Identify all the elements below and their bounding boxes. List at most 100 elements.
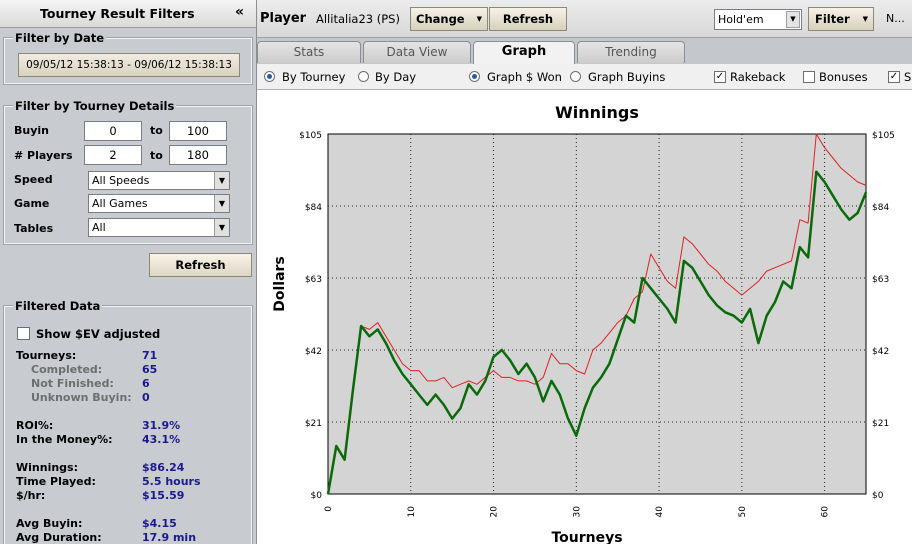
bonuses-label: Bonuses <box>819 70 868 84</box>
more-toolbar-item[interactable]: N... <box>886 12 905 25</box>
x-tick-label: 30 <box>572 506 582 518</box>
bonuses-checkbox[interactable] <box>803 71 815 83</box>
y-tick-label-left: $21 <box>305 419 322 429</box>
tables-select[interactable]: All ▼ <box>88 218 230 237</box>
by-tourney-radio[interactable] <box>264 71 275 82</box>
graph-buyins-radio[interactable] <box>570 71 581 82</box>
stat-label: Winnings: <box>16 461 78 474</box>
date-range-button[interactable]: 09/05/12 15:38:13 - 09/06/12 15:38:13 <box>18 53 240 77</box>
filtered-data-group: Filtered Data Show $EV adjusted Tourneys… <box>3 299 253 544</box>
x-tick-label: 60 <box>821 506 831 518</box>
buyin-label: Buyin <box>14 124 49 137</box>
view-tabs: Stats Data View Graph Trending <box>257 38 912 64</box>
buyin-to-label: to <box>150 124 163 137</box>
speed-select-value: All Speeds <box>92 174 150 187</box>
change-player-label: Change <box>416 12 465 26</box>
stat-value: 17.9 min <box>142 531 197 544</box>
speed-label: Speed <box>14 173 53 186</box>
filter-button[interactable]: Filter ▼ <box>808 7 874 31</box>
stat-value: $86.24 <box>142 461 185 474</box>
y-tick-label-left: $0 <box>311 491 323 501</box>
y-axis-label: Dollars <box>272 256 288 312</box>
chevron-down-icon[interactable]: ▼ <box>786 11 800 28</box>
collapse-panel-icon[interactable]: « <box>235 4 244 20</box>
change-player-button[interactable]: Change ▼ <box>410 7 488 31</box>
tab-stats[interactable]: Stats <box>257 41 361 63</box>
chevron-down-icon: ▼ <box>476 15 482 23</box>
plot-area <box>327 133 867 495</box>
players-label: # Players <box>14 149 73 162</box>
tables-select-value: All <box>92 221 106 234</box>
stat-value: 65 <box>142 363 158 376</box>
tab-trending[interactable]: Trending <box>577 41 685 63</box>
game-type-select[interactable]: Hold'em ▼ <box>714 9 802 30</box>
game-select-value: All Games <box>92 197 148 210</box>
date-filter-title: Filter by Date <box>13 31 107 45</box>
chevron-down-icon: ▼ <box>862 15 868 23</box>
player-toolbar: Player Allitalia23 (PS) Change ▼ Refresh… <box>257 0 912 38</box>
graph-won-radio[interactable] <box>469 71 480 82</box>
extra-option-checkbox[interactable]: ✓ <box>888 71 900 83</box>
players-min-input[interactable]: 2 <box>84 145 142 165</box>
chevron-down-icon[interactable]: ▼ <box>214 172 229 189</box>
by-day-label: By Day <box>375 70 417 84</box>
x-tick-label: 40 <box>655 506 665 518</box>
filters-panel-title: Tourney Result Filters <box>40 6 195 21</box>
y-tick-label-left: $63 <box>305 275 322 285</box>
stat-value: 31.9% <box>142 419 181 432</box>
stat-label: Avg Buyin: <box>16 517 83 530</box>
filter-label: Filter <box>815 12 850 26</box>
tourney-filter-group: Filter by Tourney Details Buyin 0 to 100… <box>3 99 253 245</box>
stat-value: 71 <box>142 349 158 362</box>
graph-options-bar: By Tourney By Day Graph $ Won Graph Buyi… <box>257 64 912 90</box>
stat-label: In the Money%: <box>16 433 113 446</box>
y-tick-label-right: $105 <box>872 131 895 141</box>
y-tick-label-right: $0 <box>872 491 884 501</box>
stat-label: Unknown Buyin: <box>31 391 132 404</box>
buyin-min-input[interactable]: 0 <box>84 121 142 141</box>
y-tick-label-right: $84 <box>872 203 889 213</box>
game-label: Game <box>14 197 50 210</box>
date-filter-group: Filter by Date 09/05/12 15:38:13 - 09/06… <box>3 31 253 85</box>
stat-label: Time Played: <box>16 475 96 488</box>
tab-data-view[interactable]: Data View <box>363 41 471 63</box>
players-max-input[interactable]: 180 <box>169 145 227 165</box>
y-tick-label-left: $84 <box>305 203 322 213</box>
tab-graph[interactable]: Graph <box>473 41 575 64</box>
tourney-filter-title: Filter by Tourney Details <box>13 99 177 113</box>
rakeback-checkbox[interactable]: ✓ <box>714 71 726 83</box>
x-tick-label: 20 <box>490 506 500 518</box>
game-select[interactable]: All Games ▼ <box>88 194 230 213</box>
stat-value: 5.5 hours <box>142 475 201 488</box>
x-tick-label: 10 <box>407 506 417 518</box>
by-day-radio[interactable] <box>358 71 369 82</box>
stat-value: $4.15 <box>142 517 177 530</box>
x-axis-label: Tourneys <box>551 530 622 544</box>
speed-select[interactable]: All Speeds ▼ <box>88 171 230 190</box>
stat-label: Tourneys: <box>16 349 77 362</box>
y-tick-label-left: $42 <box>305 347 322 357</box>
y-tick-label-right: $63 <box>872 275 889 285</box>
stat-label: Not Finished: <box>31 377 114 390</box>
ev-adjusted-checkbox[interactable] <box>17 327 30 340</box>
refresh-filters-button[interactable]: Refresh <box>149 253 252 277</box>
buyin-max-input[interactable]: 100 <box>169 121 227 141</box>
winnings-chart: $0 $0 $21 $21 $42 $42 $63 $63 $84 $84 $105 $105 0 10 2… <box>257 90 912 544</box>
stat-label: $/hr: <box>16 489 46 502</box>
chart-title: Winnings <box>555 103 639 122</box>
stat-value: $15.59 <box>142 489 185 502</box>
chevron-down-icon[interactable]: ▼ <box>214 219 229 236</box>
x-tick-label: 50 <box>738 506 748 518</box>
filters-panel: Tourney Result Filters « Filter by Date … <box>0 0 257 544</box>
graph-buyins-label: Graph Buyins <box>588 70 666 84</box>
stat-label: Avg Duration: <box>16 531 102 544</box>
x-tick-label: 0 <box>324 506 334 512</box>
chevron-down-icon[interactable]: ▼ <box>214 195 229 212</box>
rakeback-label: Rakeback <box>730 70 786 84</box>
stat-label: ROI%: <box>16 419 54 432</box>
players-to-label: to <box>150 149 163 162</box>
graph-won-label: Graph $ Won <box>487 70 562 84</box>
stat-value: 43.1% <box>142 433 181 446</box>
refresh-button[interactable]: Refresh <box>489 7 567 31</box>
y-tick-label-right: $42 <box>872 347 889 357</box>
